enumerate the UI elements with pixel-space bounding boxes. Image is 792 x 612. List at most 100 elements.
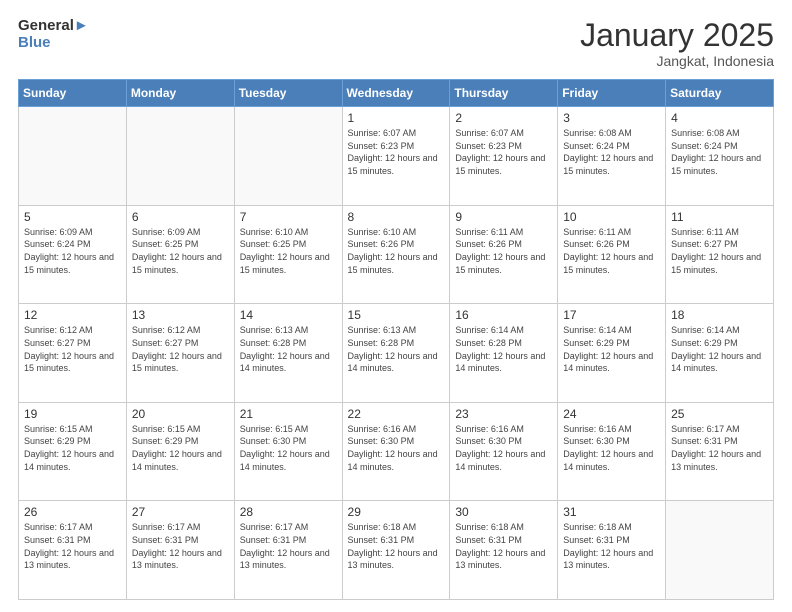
day-number: 19 <box>24 407 121 421</box>
calendar-cell: 4 Sunrise: 6:08 AM Sunset: 6:24 PM Daylig… <box>666 107 774 206</box>
day-number: 9 <box>455 210 552 224</box>
day-info: Sunrise: 6:17 AM Sunset: 6:31 PM Dayligh… <box>240 521 337 571</box>
calendar-cell: 21 Sunrise: 6:15 AM Sunset: 6:30 PM Dayli… <box>234 402 342 501</box>
day-info: Sunrise: 6:18 AM Sunset: 6:31 PM Dayligh… <box>348 521 445 571</box>
day-number: 3 <box>563 111 660 125</box>
page: General► Blue January 2025 Jangkat, Indo… <box>0 0 792 612</box>
day-number: 2 <box>455 111 552 125</box>
day-number: 12 <box>24 308 121 322</box>
col-friday: Friday <box>558 80 666 107</box>
day-number: 18 <box>671 308 768 322</box>
day-info: Sunrise: 6:18 AM Sunset: 6:31 PM Dayligh… <box>455 521 552 571</box>
calendar-week-row: 5 Sunrise: 6:09 AM Sunset: 6:24 PM Daylig… <box>19 205 774 304</box>
calendar-cell: 23 Sunrise: 6:16 AM Sunset: 6:30 PM Dayli… <box>450 402 558 501</box>
col-thursday: Thursday <box>450 80 558 107</box>
day-info: Sunrise: 6:07 AM Sunset: 6:23 PM Dayligh… <box>455 127 552 177</box>
day-info: Sunrise: 6:17 AM Sunset: 6:31 PM Dayligh… <box>671 423 768 473</box>
day-number: 11 <box>671 210 768 224</box>
calendar-cell: 18 Sunrise: 6:14 AM Sunset: 6:29 PM Dayli… <box>666 304 774 403</box>
day-number: 17 <box>563 308 660 322</box>
day-number: 22 <box>348 407 445 421</box>
day-info: Sunrise: 6:15 AM Sunset: 6:29 PM Dayligh… <box>24 423 121 473</box>
calendar-cell: 28 Sunrise: 6:17 AM Sunset: 6:31 PM Dayli… <box>234 501 342 600</box>
calendar-cell: 6 Sunrise: 6:09 AM Sunset: 6:25 PM Daylig… <box>126 205 234 304</box>
calendar-cell: 26 Sunrise: 6:17 AM Sunset: 6:31 PM Dayli… <box>19 501 127 600</box>
col-tuesday: Tuesday <box>234 80 342 107</box>
day-info: Sunrise: 6:16 AM Sunset: 6:30 PM Dayligh… <box>455 423 552 473</box>
day-number: 27 <box>132 505 229 519</box>
day-number: 15 <box>348 308 445 322</box>
calendar-cell: 2 Sunrise: 6:07 AM Sunset: 6:23 PM Daylig… <box>450 107 558 206</box>
calendar-cell: 11 Sunrise: 6:11 AM Sunset: 6:27 PM Dayli… <box>666 205 774 304</box>
day-info: Sunrise: 6:10 AM Sunset: 6:26 PM Dayligh… <box>348 226 445 276</box>
calendar-cell: 5 Sunrise: 6:09 AM Sunset: 6:24 PM Daylig… <box>19 205 127 304</box>
day-info: Sunrise: 6:09 AM Sunset: 6:24 PM Dayligh… <box>24 226 121 276</box>
day-number: 29 <box>348 505 445 519</box>
day-info: Sunrise: 6:17 AM Sunset: 6:31 PM Dayligh… <box>132 521 229 571</box>
calendar-cell: 13 Sunrise: 6:12 AM Sunset: 6:27 PM Dayli… <box>126 304 234 403</box>
calendar-cell: 27 Sunrise: 6:17 AM Sunset: 6:31 PM Dayli… <box>126 501 234 600</box>
calendar-cell <box>19 107 127 206</box>
day-info: Sunrise: 6:13 AM Sunset: 6:28 PM Dayligh… <box>240 324 337 374</box>
calendar-cell <box>234 107 342 206</box>
day-info: Sunrise: 6:12 AM Sunset: 6:27 PM Dayligh… <box>132 324 229 374</box>
col-monday: Monday <box>126 80 234 107</box>
calendar-cell: 12 Sunrise: 6:12 AM Sunset: 6:27 PM Dayli… <box>19 304 127 403</box>
calendar-week-row: 19 Sunrise: 6:15 AM Sunset: 6:29 PM Dayli… <box>19 402 774 501</box>
day-info: Sunrise: 6:11 AM Sunset: 6:27 PM Dayligh… <box>671 226 768 276</box>
calendar-cell: 19 Sunrise: 6:15 AM Sunset: 6:29 PM Dayli… <box>19 402 127 501</box>
calendar-cell: 24Sunrise: 6:16 AM Sunset: 6:30 PM Dayli… <box>558 402 666 501</box>
day-number: 5 <box>24 210 121 224</box>
calendar-cell: 10 Sunrise: 6:11 AM Sunset: 6:26 PM Dayli… <box>558 205 666 304</box>
day-number: 26 <box>24 505 121 519</box>
col-sunday: Sunday <box>19 80 127 107</box>
calendar-header-row: Sunday Monday Tuesday Wednesday Thursday… <box>19 80 774 107</box>
calendar-subtitle: Jangkat, Indonesia <box>580 53 774 69</box>
day-info: Sunrise: 6:18 AM Sunset: 6:31 PM Dayligh… <box>563 521 660 571</box>
day-number: 30 <box>455 505 552 519</box>
day-number: 13 <box>132 308 229 322</box>
day-number: 14 <box>240 308 337 322</box>
day-number: 10 <box>563 210 660 224</box>
calendar-week-row: 12 Sunrise: 6:12 AM Sunset: 6:27 PM Dayli… <box>19 304 774 403</box>
day-info: Sunrise: 6:11 AM Sunset: 6:26 PM Dayligh… <box>455 226 552 276</box>
day-number: 4 <box>671 111 768 125</box>
calendar-cell: 17Sunrise: 6:14 AM Sunset: 6:29 PM Dayli… <box>558 304 666 403</box>
day-info: Sunrise: 6:16 AM Sunset: 6:30 PM Dayligh… <box>348 423 445 473</box>
day-number: 28 <box>240 505 337 519</box>
day-info: Sunrise: 6:11 AM Sunset: 6:26 PM Dayligh… <box>563 226 660 276</box>
day-number: 23 <box>455 407 552 421</box>
calendar-week-row: 26 Sunrise: 6:17 AM Sunset: 6:31 PM Dayli… <box>19 501 774 600</box>
day-info: Sunrise: 6:15 AM Sunset: 6:30 PM Dayligh… <box>240 423 337 473</box>
calendar-cell: 25 Sunrise: 6:17 AM Sunset: 6:31 PM Dayli… <box>666 402 774 501</box>
day-info: Sunrise: 6:14 AM Sunset: 6:29 PM Dayligh… <box>671 324 768 374</box>
day-info: Sunrise: 6:15 AM Sunset: 6:29 PM Dayligh… <box>132 423 229 473</box>
day-number: 20 <box>132 407 229 421</box>
day-info: Sunrise: 6:17 AM Sunset: 6:31 PM Dayligh… <box>24 521 121 571</box>
col-wednesday: Wednesday <box>342 80 450 107</box>
calendar-cell: 1 Sunrise: 6:07 AM Sunset: 6:23 PM Daylig… <box>342 107 450 206</box>
day-number: 25 <box>671 407 768 421</box>
calendar-cell: 8Sunrise: 6:10 AM Sunset: 6:26 PM Daylig… <box>342 205 450 304</box>
day-number: 21 <box>240 407 337 421</box>
calendar-cell: 14 Sunrise: 6:13 AM Sunset: 6:28 PM Dayli… <box>234 304 342 403</box>
header: General► Blue January 2025 Jangkat, Indo… <box>18 18 774 69</box>
day-number: 1 <box>348 111 445 125</box>
day-number: 16 <box>455 308 552 322</box>
day-info: Sunrise: 6:13 AM Sunset: 6:28 PM Dayligh… <box>348 324 445 374</box>
day-info: Sunrise: 6:14 AM Sunset: 6:28 PM Dayligh… <box>455 324 552 374</box>
day-info: Sunrise: 6:07 AM Sunset: 6:23 PM Dayligh… <box>348 127 445 177</box>
day-number: 7 <box>240 210 337 224</box>
day-number: 6 <box>132 210 229 224</box>
calendar-table: Sunday Monday Tuesday Wednesday Thursday… <box>18 79 774 600</box>
calendar-cell: 15 Sunrise: 6:13 AM Sunset: 6:28 PM Dayli… <box>342 304 450 403</box>
day-info: Sunrise: 6:09 AM Sunset: 6:25 PM Dayligh… <box>132 226 229 276</box>
calendar-cell: 30 Sunrise: 6:18 AM Sunset: 6:31 PM Dayli… <box>450 501 558 600</box>
day-info: Sunrise: 6:16 AM Sunset: 6:30 PM Dayligh… <box>563 423 660 473</box>
day-number: 31 <box>563 505 660 519</box>
calendar-cell <box>666 501 774 600</box>
day-info: Sunrise: 6:12 AM Sunset: 6:27 PM Dayligh… <box>24 324 121 374</box>
calendar-cell: 3Sunrise: 6:08 AM Sunset: 6:24 PM Daylig… <box>558 107 666 206</box>
day-info: Sunrise: 6:08 AM Sunset: 6:24 PM Dayligh… <box>671 127 768 177</box>
col-saturday: Saturday <box>666 80 774 107</box>
